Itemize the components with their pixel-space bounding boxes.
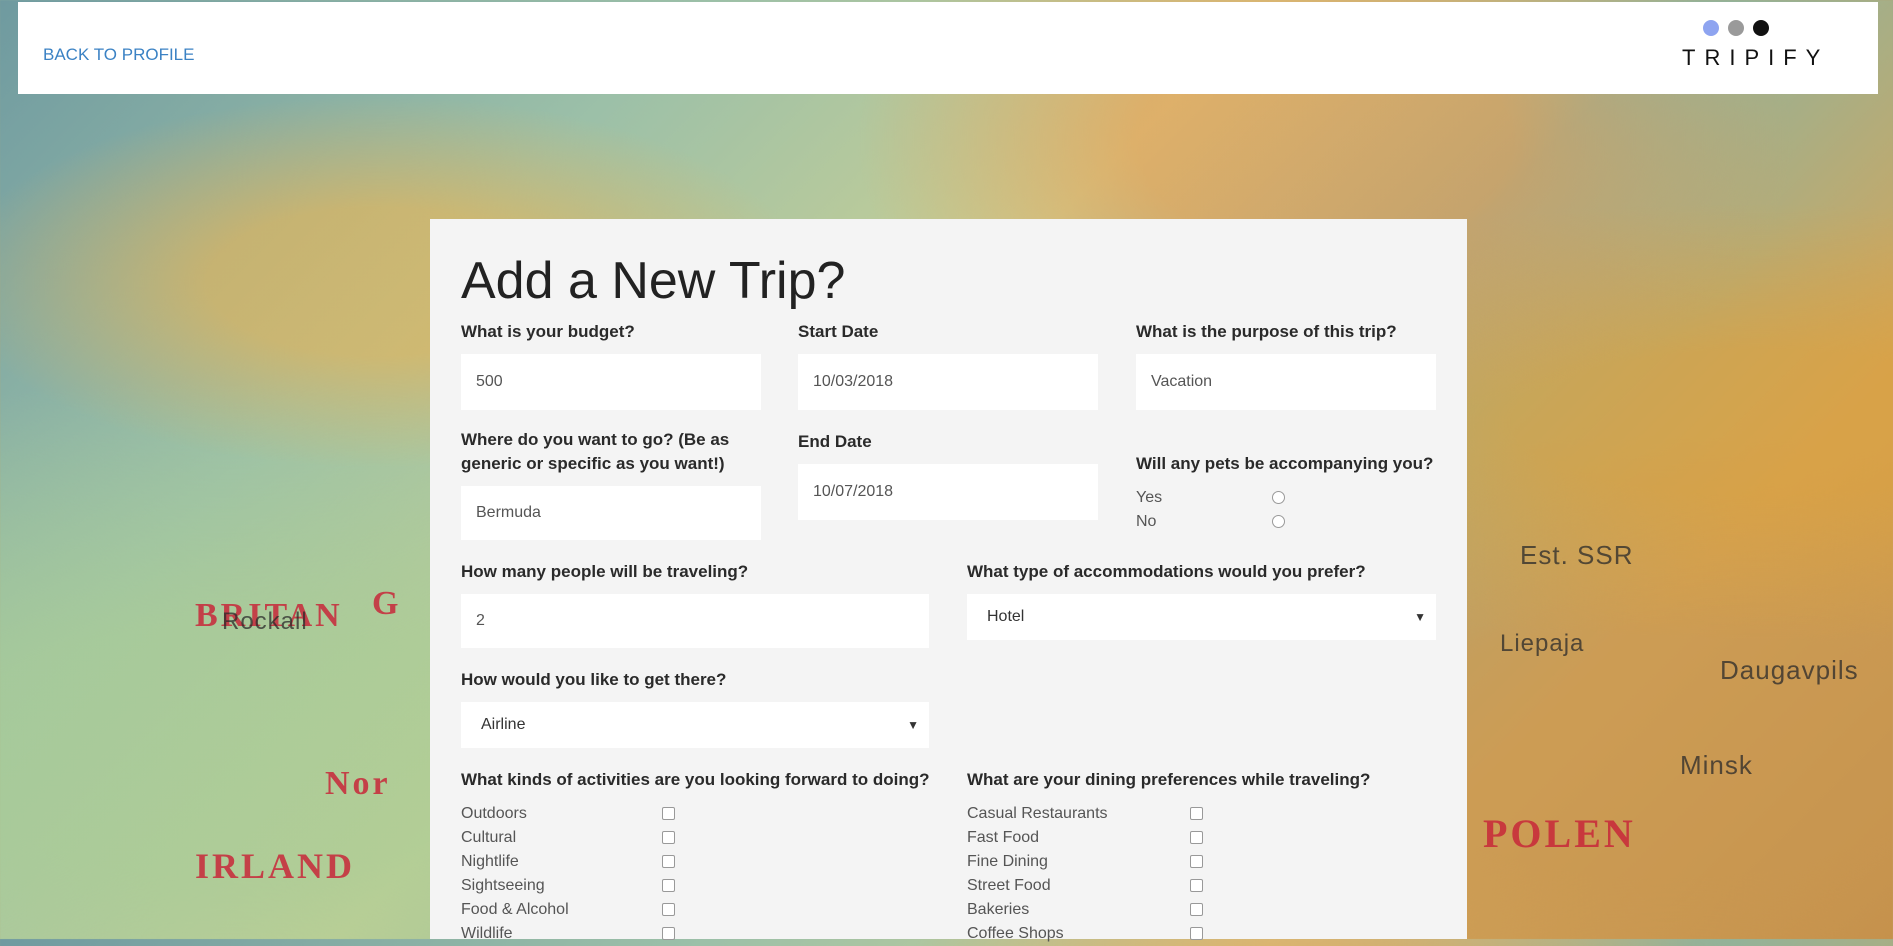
travelers-input[interactable]	[461, 594, 929, 648]
dining-street-food-checkbox[interactable]	[1190, 879, 1203, 892]
transport-select[interactable]: Airline ▼	[461, 702, 929, 748]
activity-wildlife-checkbox[interactable]	[662, 927, 675, 940]
dining-field: What are your dining preferences while t…	[967, 768, 1447, 792]
start-date-input[interactable]	[798, 354, 1098, 410]
dining-bakeries-checkbox[interactable]	[1190, 903, 1203, 916]
activity-food-alcohol-checkbox[interactable]	[662, 903, 675, 916]
budget-field: What is your budget?	[461, 320, 761, 344]
purpose-label: What is the purpose of this trip?	[1136, 322, 1397, 341]
end-date-label: End Date	[798, 432, 872, 451]
accommodations-selected-value: Hotel	[987, 608, 1025, 625]
new-trip-form-card: Add a New Trip? What is your budget? Sta…	[430, 219, 1467, 942]
purpose-field: What is the purpose of this trip?	[1136, 320, 1446, 344]
dining-fine-dining-checkbox[interactable]	[1190, 855, 1203, 868]
dining-coffee-shops-checkbox[interactable]	[1190, 927, 1203, 940]
top-navigation-bar: BACK TO PROFILE TRIPIFY	[18, 2, 1878, 94]
activity-cultural-checkbox[interactable]	[662, 831, 675, 844]
pets-yes-radio[interactable]	[1272, 491, 1285, 504]
logo-dots	[1703, 20, 1778, 41]
logo-dot-black	[1753, 20, 1769, 36]
dining-label: What are your dining preferences while t…	[967, 770, 1371, 789]
pets-option-no: No	[1136, 513, 1157, 530]
back-to-profile-link[interactable]: BACK TO PROFILE	[43, 45, 194, 65]
pets-label: Will any pets be accompanying you?	[1136, 454, 1434, 473]
transport-selected-value: Airline	[481, 716, 526, 733]
pets-field: Will any pets be accompanying you?	[1136, 452, 1456, 476]
activity-option-cultural: Cultural	[461, 829, 517, 846]
destination-label: Where do you want to go? (Be as generic …	[461, 430, 730, 473]
budget-label: What is your budget?	[461, 322, 635, 341]
pets-option-yes: Yes	[1136, 489, 1163, 506]
transport-field: How would you like to get there?	[461, 668, 921, 692]
travelers-label: How many people will be traveling?	[461, 562, 749, 581]
activity-option-food-alcohol: Food & Alcohol	[461, 901, 569, 918]
dining-fast-food-checkbox[interactable]	[1190, 831, 1203, 844]
logo-dot-blue	[1703, 20, 1719, 36]
dining-option-coffee-shops: Coffee Shops	[967, 925, 1064, 942]
activity-nightlife-checkbox[interactable]	[662, 855, 675, 868]
travelers-field: How many people will be traveling?	[461, 560, 921, 584]
transport-label: How would you like to get there?	[461, 670, 727, 689]
activity-outdoors-checkbox[interactable]	[662, 807, 675, 820]
activity-option-wildlife: Wildlife	[461, 925, 513, 942]
accommodations-select[interactable]: Hotel ▼	[967, 594, 1436, 640]
pets-no-radio[interactable]	[1272, 515, 1285, 528]
accommodations-field: What type of accommodations would you pr…	[967, 560, 1437, 584]
destination-field: Where do you want to go? (Be as generic …	[461, 428, 761, 476]
chevron-down-icon: ▼	[907, 718, 919, 732]
start-date-label: Start Date	[798, 322, 879, 341]
dining-option-street-food: Street Food	[967, 877, 1051, 894]
purpose-input[interactable]	[1136, 354, 1436, 410]
dining-casual-checkbox[interactable]	[1190, 807, 1203, 820]
logo-text: TRIPIFY	[1682, 45, 1830, 70]
dining-option-fast-food: Fast Food	[967, 829, 1040, 846]
dining-option-fine-dining: Fine Dining	[967, 853, 1048, 870]
accommodations-label: What type of accommodations would you pr…	[967, 562, 1366, 581]
activity-option-nightlife: Nightlife	[461, 853, 519, 870]
dining-option-bakeries: Bakeries	[967, 901, 1030, 918]
activity-sightseeing-checkbox[interactable]	[662, 879, 675, 892]
dining-option-casual: Casual Restaurants	[967, 805, 1108, 822]
activities-field: What kinds of activities are you looking…	[461, 768, 961, 792]
logo-dot-gray	[1728, 20, 1744, 36]
destination-input[interactable]	[461, 486, 761, 540]
activity-option-sightseeing: Sightseeing	[461, 877, 545, 894]
start-date-field: Start Date	[798, 320, 1098, 344]
end-date-field: End Date	[798, 430, 1098, 454]
chevron-down-icon: ▼	[1414, 610, 1426, 624]
page-title: Add a New Trip?	[461, 252, 846, 310]
budget-input[interactable]	[461, 354, 761, 410]
end-date-input[interactable]	[798, 464, 1098, 520]
activities-label: What kinds of activities are you looking…	[461, 770, 930, 789]
tripify-logo[interactable]: TRIPIFY	[1682, 18, 1852, 72]
activity-option-outdoors: Outdoors	[461, 805, 527, 822]
